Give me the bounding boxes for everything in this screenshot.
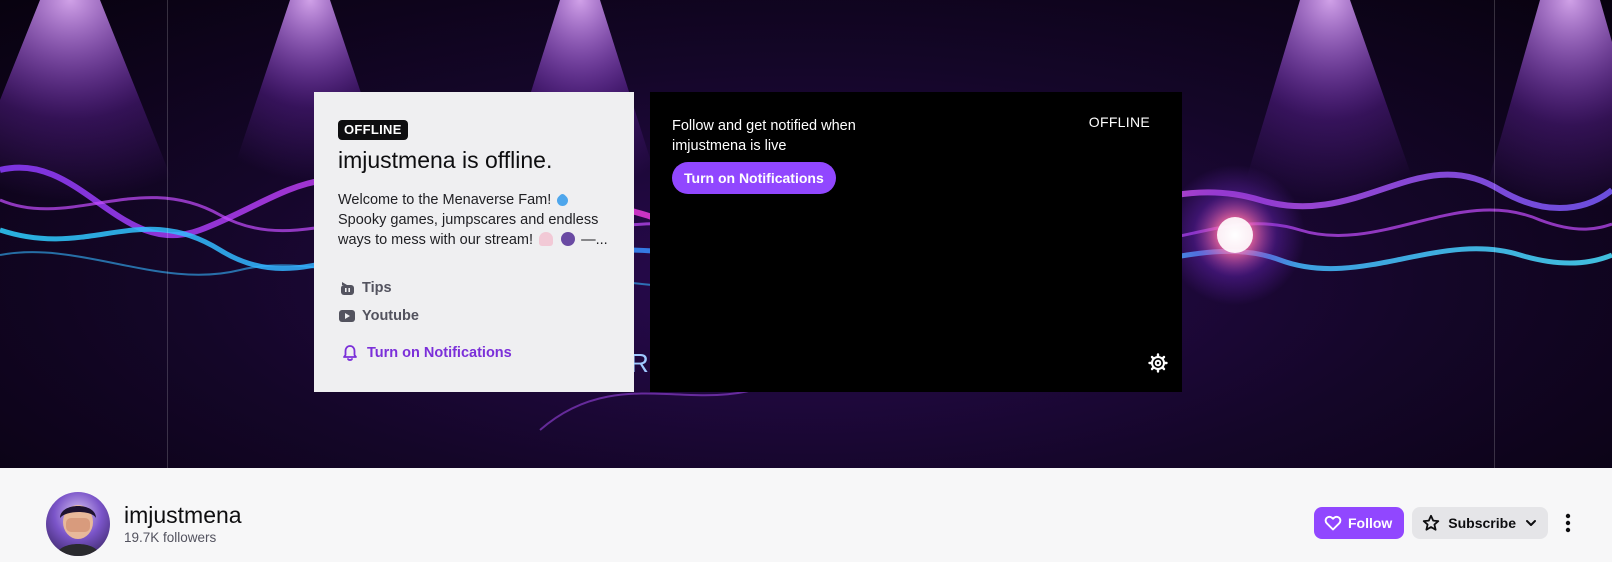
channel-description: Welcome to the Menaverse Fam! Spooky gam… <box>338 190 610 250</box>
follower-count: 19.7K followers <box>124 530 217 545</box>
description-line-3: ways to mess with our stream! <box>338 232 533 248</box>
star-icon <box>1423 514 1440 531</box>
heart-icon <box>1324 515 1342 531</box>
subscribe-button[interactable]: Subscribe <box>1412 507 1548 539</box>
follow-button[interactable]: Follow <box>1313 507 1405 539</box>
bell-icon <box>343 345 357 361</box>
devil-emoji-icon <box>561 232 576 246</box>
gear-icon <box>1148 353 1168 373</box>
avatar[interactable] <box>46 492 110 556</box>
subscribe-button-label: Subscribe <box>1448 515 1516 531</box>
player-settings-button[interactable] <box>1148 353 1168 378</box>
offline-info-card: OFFLINE imjustmena is offline. Welcome t… <box>314 92 634 392</box>
follow-prompt: Follow and get notified when imjustmena … <box>672 118 856 154</box>
channel-info-bar: imjustmena 19.7K followers Follow Subscr… <box>0 468 1612 562</box>
turn-on-notifications-link[interactable]: Turn on Notifications <box>342 344 610 362</box>
offline-title: imjustmena is offline. <box>338 147 553 173</box>
banner-guide-right <box>1494 0 1495 468</box>
channel-name[interactable]: imjustmena <box>124 502 242 529</box>
ghost-emoji-icon <box>539 232 554 246</box>
more-vertical-icon <box>1565 513 1571 533</box>
description-tail: —... <box>581 232 608 248</box>
video-player[interactable]: Follow and get notified when imjustmena … <box>650 92 1182 392</box>
description-line-1: Welcome to the Menaverse Fam! <box>338 192 552 208</box>
link-tips[interactable]: Tips <box>338 274 610 302</box>
description-line-2: Spooky games, jumpscares and endless <box>338 212 599 228</box>
chevron-down-icon <box>1526 520 1536 526</box>
player-offline-label: OFFLINE <box>1088 114 1150 130</box>
channel-page: RI OFFLINE imjustmena is offline. Welcom… <box>0 0 1612 562</box>
avatar-image <box>56 505 100 556</box>
blue-heart-emoji-icon <box>555 192 571 209</box>
link-youtube[interactable]: Youtube <box>338 302 610 330</box>
youtube-icon <box>339 310 355 322</box>
turn-on-notifications-label: Turn on Notifications <box>367 345 512 361</box>
link-youtube-label: Youtube <box>362 308 419 324</box>
channel-actions: Follow Subscribe <box>1313 507 1582 539</box>
streamelements-icon <box>341 282 354 295</box>
follow-button-label: Follow <box>1347 515 1393 531</box>
turn-on-notifications-button[interactable]: Turn on Notifications <box>672 162 836 194</box>
more-options-button[interactable] <box>1554 507 1582 539</box>
offline-badge: OFFLINE <box>338 120 408 140</box>
banner-guide-left <box>167 0 168 468</box>
panel-links: Tips Youtube <box>338 274 610 330</box>
link-tips-label: Tips <box>362 280 392 296</box>
